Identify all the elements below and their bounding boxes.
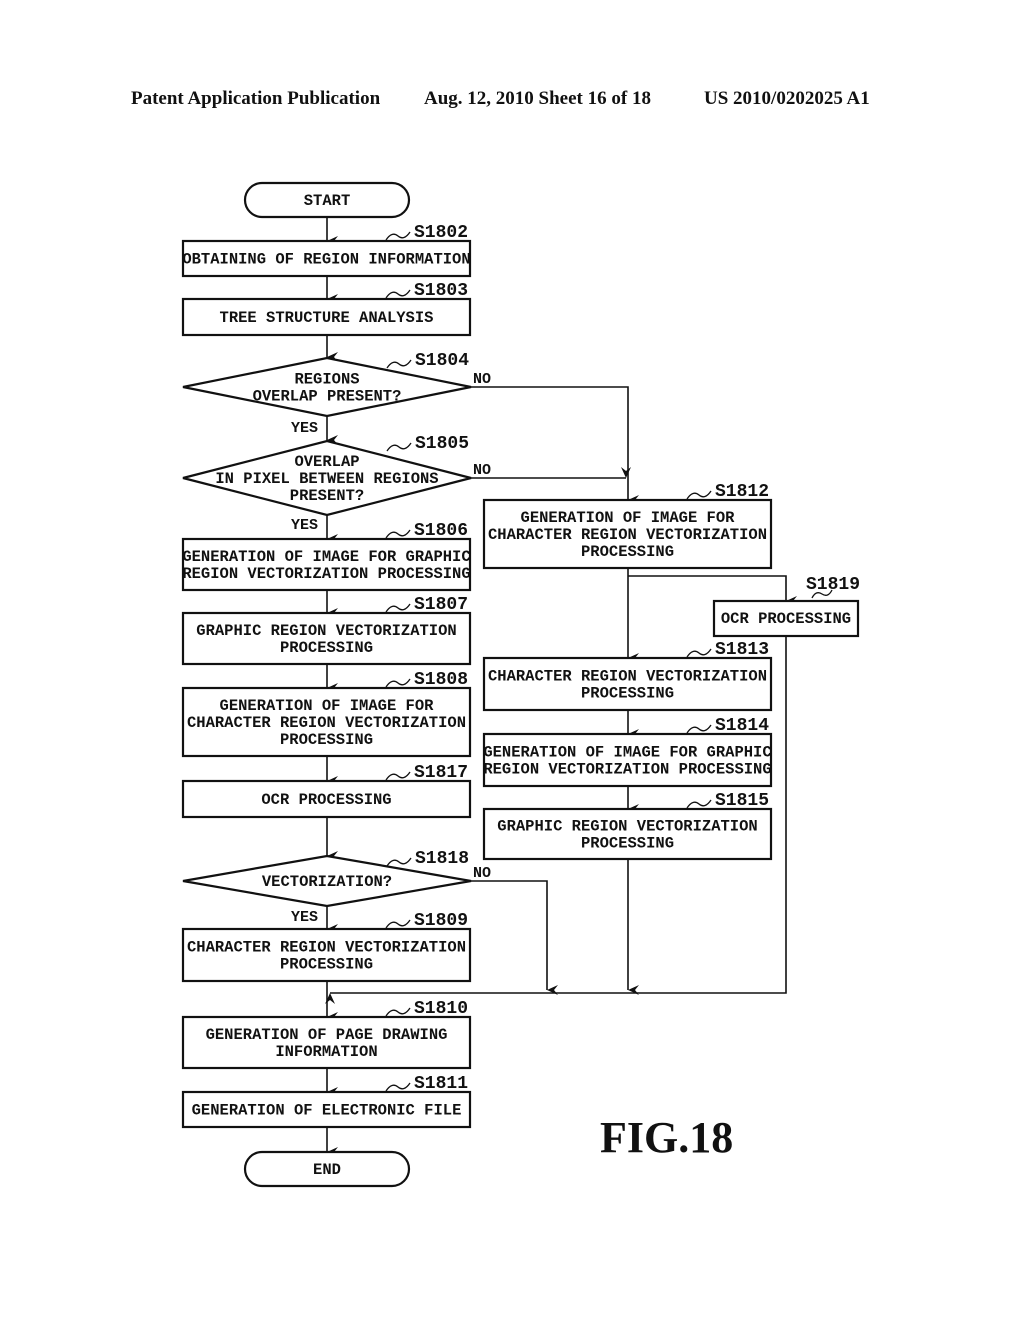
step-id-label: S1810 [414, 999, 468, 1019]
leader-squiggle [386, 359, 412, 369]
leader-squiggle [686, 724, 712, 734]
process-box-s1813-text: CHARACTER REGION VECTORIZATION [488, 668, 767, 686]
decision-s1805-text: PRESENT? [290, 487, 364, 505]
step-id-label: S1808 [414, 670, 468, 690]
leader-squiggle [385, 1007, 411, 1017]
step-id-label: S1817 [414, 763, 468, 783]
step-id-label: S1812 [715, 482, 769, 502]
leader-squiggle [686, 490, 712, 500]
step-id-label: S1807 [414, 595, 468, 615]
process-box-s1810-text: INFORMATION [275, 1043, 377, 1061]
process-box-s1819-text: OCR PROCESSING [721, 610, 851, 628]
leader-squiggle [385, 529, 411, 539]
step-id-label: S1811 [414, 1074, 468, 1094]
leader-squiggle [385, 603, 411, 613]
leader-squiggle [386, 857, 412, 867]
yes-label: YES [291, 909, 318, 926]
figure-label: FIG.18 [600, 1113, 733, 1162]
leader-squiggle [385, 919, 411, 929]
process-box-s1809-text: CHARACTER REGION VECTORIZATION [187, 939, 466, 957]
step-id-label: S1814 [715, 716, 769, 736]
start-terminal-text: START [304, 192, 351, 210]
step-id-label: S1804 [415, 351, 469, 371]
leader-squiggle [385, 289, 411, 299]
process-box-s1812-text: GENERATION OF IMAGE FOR [521, 509, 736, 527]
process-box-s1817-text: OCR PROCESSING [261, 791, 391, 809]
step-id-label: S1806 [414, 521, 468, 541]
step-id-label: S1815 [715, 791, 769, 811]
end-terminal-text: END [313, 1161, 341, 1179]
leader-squiggle [686, 799, 712, 809]
shapes: NO YES NO YES YES NO START OBTAINING OF REGION … [181, 181, 860, 1188]
process-box-s1808-text: GENERATION OF IMAGE FOR [220, 697, 435, 715]
leader-squiggle [385, 231, 411, 241]
leader-squiggle [385, 1082, 411, 1092]
leader-squiggle [686, 648, 712, 658]
process-box-s1814-text: REGION VECTORIZATION PROCESSING [483, 761, 771, 779]
decision-s1818-text: VECTORIZATION? [262, 873, 392, 891]
process-box-s1808-text: PROCESSING [280, 731, 373, 749]
process-box-s1808-text: CHARACTER REGION VECTORIZATION [187, 714, 466, 732]
step-id-label: S1819 [806, 575, 860, 595]
flowchart: NO YES NO YES YES NO START OBTAINING OF REGION … [181, 181, 860, 1188]
process-box-s1807-text: GRAPHIC REGION VECTORIZATION [196, 622, 456, 640]
step-id-label: S1809 [414, 911, 468, 931]
connector-line [471, 880, 558, 995]
decision-s1804-text: REGIONS [294, 371, 359, 389]
process-box-s1814-text: GENERATION OF IMAGE FOR GRAPHIC [483, 744, 771, 762]
no-label: NO [473, 371, 491, 388]
process-box-s1813-text: PROCESSING [581, 685, 674, 703]
no-label: NO [473, 462, 491, 479]
decision-s1805-text: IN PIXEL BETWEEN REGIONS [215, 470, 438, 488]
process-box-s1802-text: OBTAINING OF REGION INFORMATION [182, 251, 470, 269]
process-box-s1811-text: GENERATION OF ELECTRONIC FILE [192, 1102, 462, 1120]
yes-label: YES [291, 517, 318, 534]
process-box-s1815-text: GRAPHIC REGION VECTORIZATION [497, 818, 757, 836]
connector-line [628, 575, 797, 606]
process-box-s1806-text: GENERATION OF IMAGE FOR GRAPHIC [182, 548, 470, 566]
decision-s1805-text: OVERLAP [294, 453, 359, 471]
process-box-s1810-text: GENERATION OF PAGE DRAWING [206, 1026, 448, 1044]
process-box-s1807-text: PROCESSING [280, 639, 373, 657]
process-box-s1806-text: REGION VECTORIZATION PROCESSING [182, 565, 470, 583]
decision-s1804-text: OVERLAP PRESENT? [253, 388, 402, 406]
leader-squiggle [385, 771, 411, 781]
step-id-label: S1818 [415, 849, 469, 869]
leader-squiggle [385, 678, 411, 688]
process-box-s1812-text: PROCESSING [581, 543, 674, 561]
step-id-label: S1813 [715, 640, 769, 660]
step-id-label: S1803 [414, 281, 468, 301]
step-id-label: S1802 [414, 223, 468, 243]
process-box-s1809-text: PROCESSING [280, 956, 373, 974]
process-box-s1812-text: CHARACTER REGION VECTORIZATION [488, 526, 767, 544]
leader-squiggle [386, 442, 412, 452]
connector-line [471, 386, 639, 505]
step-id-label: S1805 [415, 434, 469, 454]
no-label: NO [473, 865, 491, 882]
process-box-s1815-text: PROCESSING [581, 835, 674, 853]
yes-label: YES [291, 420, 318, 437]
process-box-s1803-text: TREE STRUCTURE ANALYSIS [220, 309, 434, 327]
